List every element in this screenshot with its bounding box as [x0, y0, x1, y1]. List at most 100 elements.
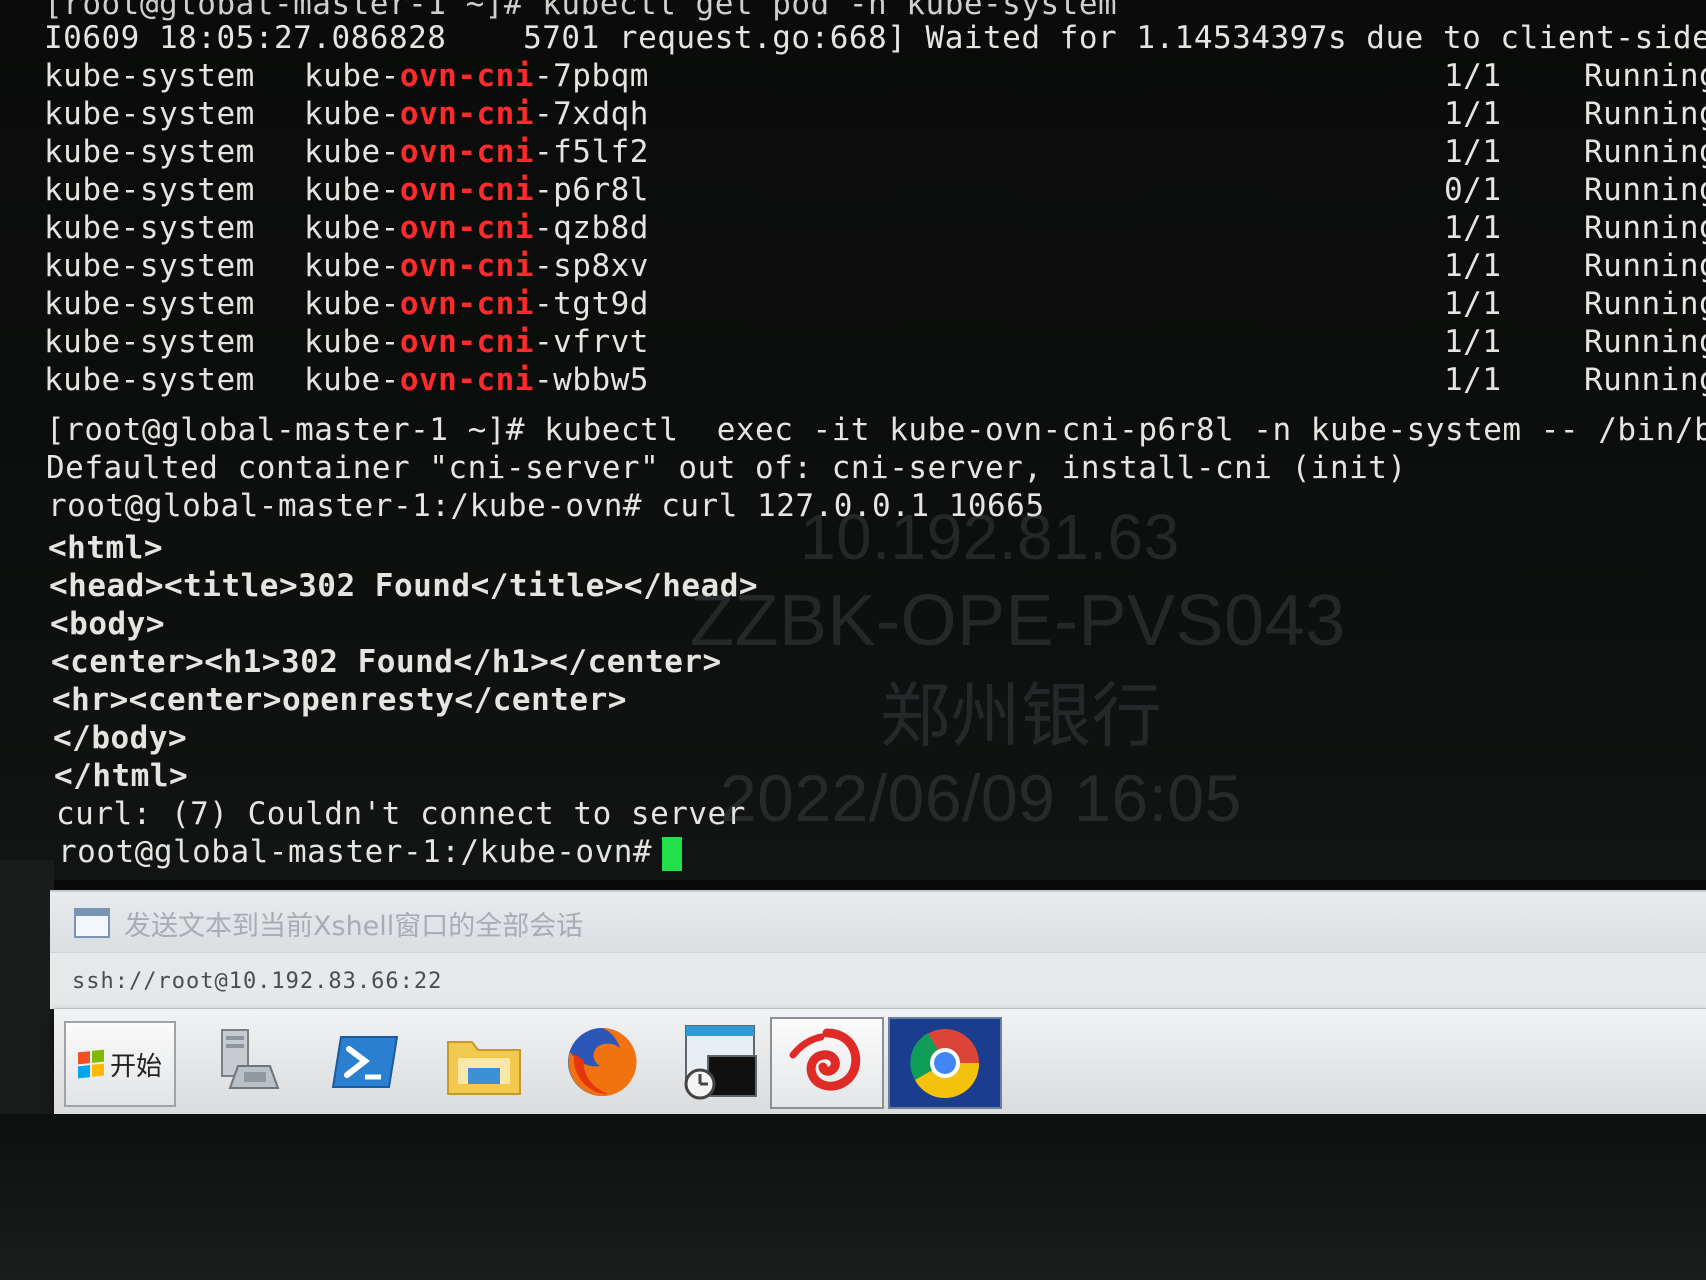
curl-response-line: <body> [50, 606, 165, 642]
pod-ready: 1/1 [1444, 286, 1502, 322]
compose-window-icon [74, 908, 110, 938]
terminal-exec-line: [root@global-master-1 ~]# kubectl exec -… [46, 412, 1706, 448]
pod-name: kube-ovn-cni-f5lf2 [304, 134, 649, 170]
terminal-log-line: I0609 18:05:27.086828 5701 request.go:66… [44, 20, 1706, 56]
pod-row: kube-system kube-ovn-cni-7xdqh 1/1 Running [44, 96, 1706, 134]
pod-name: kube-ovn-cni-sp8xv [304, 248, 649, 284]
pod-row: kube-system kube-ovn-cni-7pbqm 1/1 Running [44, 58, 1706, 96]
pod-namespace: kube-system [44, 286, 255, 322]
pod-status: Running [1584, 286, 1706, 322]
pod-row: kube-system kube-ovn-cni-p6r8l 0/1 Running [44, 172, 1706, 210]
pod-name-suffix: -sp8xv [533, 248, 649, 284]
terminal-error-line: curl: (7) Couldn't connect to server [56, 796, 746, 832]
pod-namespace: kube-system [44, 362, 255, 398]
pod-name-prefix: kube- [304, 286, 400, 322]
pod-status: Running [1584, 324, 1706, 360]
pod-name-prefix: kube- [304, 248, 400, 284]
pod-name-prefix: kube- [304, 58, 400, 94]
terminal-defaulted-line: Defaulted container "cni-server" out of:… [46, 450, 1407, 486]
pod-ready: 1/1 [1444, 362, 1502, 398]
pod-row: kube-system kube-ovn-cni-f5lf2 1/1 Running [44, 134, 1706, 172]
curl-response-line: <center><h1>302 Found</h1></center> [51, 644, 722, 680]
pod-status: Running [1584, 172, 1706, 208]
pod-name-highlight: ovn-cni [399, 248, 534, 284]
pod-row: kube-system kube-ovn-cni-qzb8d 1/1 Running [44, 210, 1706, 248]
terminal-window[interactable]: [root@global-master-1 ~]# kubectl get po… [0, 0, 1706, 880]
pod-status: Running [1584, 96, 1706, 132]
watermark-org: 郑州银行 [880, 677, 1162, 755]
pod-name-prefix: kube- [304, 172, 400, 208]
pod-name-highlight: ovn-cni [399, 172, 534, 208]
pod-status: Running [1584, 134, 1706, 170]
pod-name: kube-ovn-cni-wbbw5 [304, 362, 649, 398]
pod-namespace: kube-system [44, 248, 255, 284]
start-label: 开始 [109, 1051, 162, 1082]
pod-status: Running [1584, 362, 1706, 398]
photo-of-monitor: [root@global-master-1 ~]# kubectl get po… [0, 0, 1706, 1280]
pod-ready: 1/1 [1444, 210, 1502, 246]
windows-logo-icon [77, 1049, 104, 1079]
pod-ready: 1/1 [1444, 58, 1502, 94]
pod-name-suffix: -7pbqm [533, 58, 649, 94]
watermark-ip: 10.192.81.63 [800, 501, 1180, 573]
task-scheduler-icon[interactable] [666, 1017, 774, 1107]
pod-name-suffix: -p6r8l [533, 172, 649, 208]
file-explorer-icon[interactable] [430, 1017, 538, 1107]
pod-namespace: kube-system [44, 96, 255, 132]
pod-row: kube-system kube-ovn-cni-tgt9d 1/1 Running [44, 286, 1706, 324]
pod-name: kube-ovn-cni-7pbqm [304, 58, 649, 94]
pod-name-highlight: ovn-cni [399, 210, 534, 246]
pod-name-highlight: ovn-cni [399, 362, 534, 398]
compose-bar[interactable]: 发送文本到当前Xshell窗口的全部会话 [50, 890, 1706, 954]
pod-name-highlight: ovn-cni [399, 134, 534, 170]
pod-ready: 1/1 [1444, 248, 1502, 284]
pod-name-suffix: -wbbw5 [533, 362, 649, 398]
pod-name-prefix: kube- [304, 134, 400, 170]
pod-name-suffix: -vfrvt [533, 324, 649, 360]
pod-name-prefix: kube- [304, 362, 400, 398]
curl-response-line: </body> [53, 720, 188, 756]
session-status-bar: ssh://root@10.192.83.66:22 [50, 952, 1706, 1009]
pod-row: kube-system kube-ovn-cni-wbbw5 1/1 Running [44, 362, 1706, 400]
pod-status: Running [1584, 248, 1706, 284]
pod-ready: 1/1 [1444, 134, 1502, 170]
pod-name: kube-ovn-cni-p6r8l [304, 172, 649, 208]
pod-name: kube-ovn-cni-qzb8d [304, 210, 649, 246]
taskbar: 开始 [54, 1008, 1706, 1115]
compose-placeholder: 发送文本到当前Xshell窗口的全部会话 [124, 910, 584, 942]
pod-namespace: kube-system [44, 210, 255, 246]
pod-name-highlight: ovn-cni [399, 58, 534, 94]
watermark-host: ZZBK-OPE-PVS043 [690, 581, 1346, 661]
prompt-text: root@global-master-1:/kube-ovn# [58, 834, 653, 870]
pod-name-highlight: ovn-cni [399, 324, 534, 360]
pod-name-suffix: -qzb8d [533, 210, 649, 246]
pod-ready: 1/1 [1444, 324, 1502, 360]
session-url: ssh://root@10.192.83.66:22 [72, 968, 443, 994]
chrome-icon[interactable] [888, 1017, 1002, 1109]
pod-name: kube-ovn-cni-tgt9d [304, 286, 649, 322]
start-button[interactable]: 开始 [64, 1021, 176, 1107]
firefox-icon[interactable] [548, 1017, 656, 1107]
pod-ready: 0/1 [1444, 172, 1502, 208]
curl-response-line: </html> [54, 758, 189, 794]
pod-namespace: kube-system [44, 134, 255, 170]
pod-name-suffix: -f5lf2 [533, 134, 649, 170]
watermark-date: 2022/06/09 16:05 [720, 761, 1242, 835]
pod-row: kube-system kube-ovn-cni-vfrvt 1/1 Running [44, 324, 1706, 362]
server-manager-icon[interactable] [194, 1017, 302, 1107]
pod-ready: 1/1 [1444, 96, 1502, 132]
terminal-prompt[interactable]: root@global-master-1:/kube-ovn# [58, 834, 683, 872]
pod-name: kube-ovn-cni-7xdqh [304, 96, 649, 132]
pod-namespace: kube-system [44, 324, 255, 360]
pod-name-prefix: kube- [304, 210, 400, 246]
pod-name-highlight: ovn-cni [399, 96, 534, 132]
pod-status: Running [1584, 58, 1706, 94]
pod-row: kube-system kube-ovn-cni-sp8xv 1/1 Running [44, 248, 1706, 286]
powershell-icon[interactable] [312, 1017, 420, 1107]
pod-name-highlight: ovn-cni [399, 286, 534, 322]
pod-namespace: kube-system [44, 58, 255, 94]
xshell-icon[interactable] [770, 1017, 884, 1109]
pod-name-suffix: -tgt9d [533, 286, 649, 322]
pod-name: kube-ovn-cni-vfrvt [304, 324, 649, 360]
pod-name-prefix: kube- [304, 96, 400, 132]
